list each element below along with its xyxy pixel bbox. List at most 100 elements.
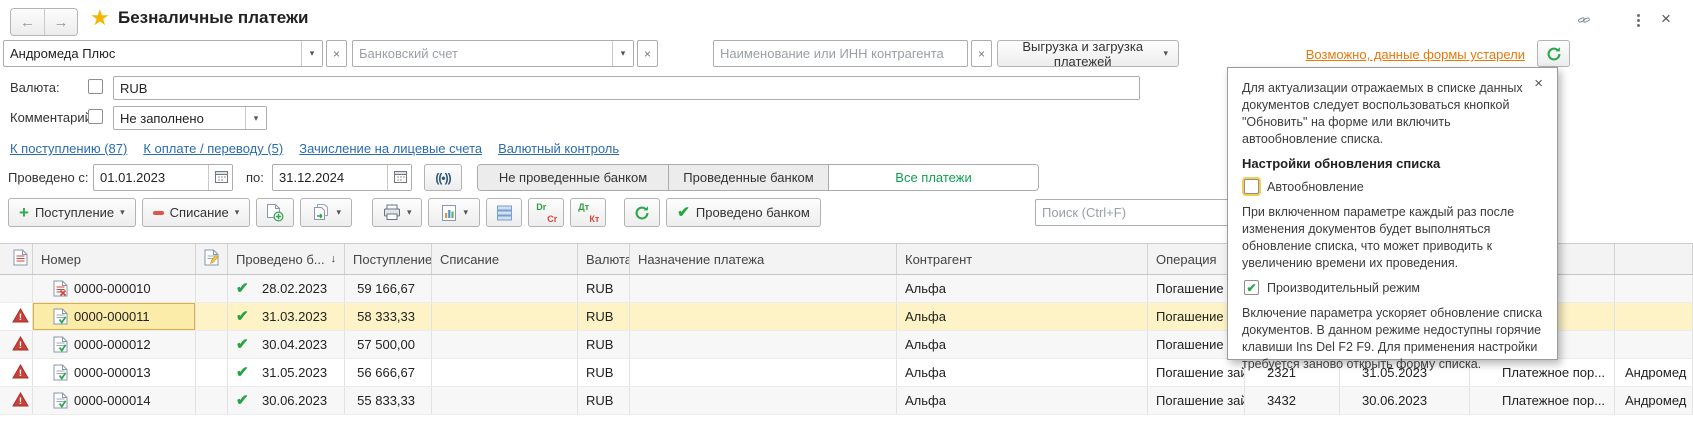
cell-posted[interactable]: ✔31.05.2023 [228, 359, 345, 386]
autorefresh-checkbox[interactable] [1244, 179, 1259, 194]
register-records-button[interactable] [486, 198, 522, 227]
cell-status[interactable]: ! [8, 359, 33, 386]
quick-link-2[interactable]: Зачисление на лицевые счета [299, 141, 482, 156]
cell-posted[interactable]: ✔31.03.2023 [228, 303, 345, 330]
comment-dropdown-button[interactable]: ▾ [245, 107, 266, 129]
quick-link-1[interactable]: К оплате / переводу (5) [143, 141, 283, 156]
column-header-posted[interactable]: Проведено б...↓ [228, 244, 345, 274]
cell-number[interactable]: 0000-000010 [33, 275, 196, 302]
add-receipt-button[interactable]: + Поступление ▾ [8, 198, 136, 227]
cell-currency[interactable]: RUB [578, 275, 630, 302]
period-from-input[interactable] [94, 165, 208, 190]
column-header-org[interactable] [1615, 244, 1693, 274]
comment-value-input[interactable] [114, 107, 245, 129]
more-menu-button[interactable] [1626, 9, 1650, 31]
organization-input[interactable] [4, 41, 301, 66]
reports-button[interactable]: ▾ [428, 198, 480, 227]
cell-number[interactable]: 0000-000011 [33, 303, 196, 330]
cell-receipt[interactable]: 59 166,67 [345, 275, 432, 302]
forward-button[interactable]: → [44, 9, 77, 35]
cell-org[interactable]: Андромед [1615, 387, 1693, 414]
cell-writeoff[interactable] [432, 331, 578, 358]
cell-purpose[interactable] [630, 303, 897, 330]
cell-number[interactable]: 0000-000014 [33, 387, 196, 414]
cell-receipt[interactable]: 57 500,00 [345, 331, 432, 358]
copy-link-button[interactable] [1572, 9, 1596, 31]
quick-link-3[interactable]: Валютный контроль [498, 141, 619, 156]
cell-writeoff[interactable] [432, 275, 578, 302]
cell-org[interactable] [1615, 331, 1693, 358]
cell-currency[interactable]: RUB [578, 387, 630, 414]
bank-account-input[interactable] [353, 41, 612, 66]
cell-edit[interactable] [196, 331, 228, 358]
cell-status[interactable]: ! [8, 303, 33, 330]
cell-edit[interactable] [196, 387, 228, 414]
cell-posted[interactable]: ✔30.06.2023 [228, 387, 345, 414]
cell-counterparty[interactable]: Альфа [897, 359, 1148, 386]
cell-receipt[interactable]: 58 333,33 [345, 303, 432, 330]
cell-posted[interactable]: ✔30.04.2023 [228, 331, 345, 358]
cell-currency[interactable]: RUB [578, 303, 630, 330]
cell-edit[interactable] [196, 275, 228, 302]
column-header-receipt[interactable]: Поступление [345, 244, 432, 274]
cell-status[interactable]: ! [8, 387, 33, 414]
cell-purpose[interactable] [630, 331, 897, 358]
cell-counterparty[interactable]: Альфа [897, 275, 1148, 302]
segment-1[interactable]: Проведенные банком [668, 165, 828, 190]
copy-document-button[interactable]: ▾ [300, 198, 352, 227]
dtkt-movements-button[interactable]: Дт Кт [570, 198, 606, 227]
quick-link-0[interactable]: К поступлению (87) [10, 141, 127, 156]
column-header-status[interactable] [8, 244, 33, 274]
cell-number[interactable]: 0000-000012 [33, 331, 196, 358]
segment-2[interactable]: Все платежи [828, 165, 1038, 190]
mark-posted-by-bank-button[interactable]: ✔ Проведено банком [666, 198, 820, 227]
cell-operation[interactable]: Погашение зай... [1148, 387, 1245, 414]
column-header-counterparty[interactable]: Контрагент [897, 244, 1148, 274]
cell-writeoff[interactable] [432, 387, 578, 414]
period-to-input[interactable] [273, 165, 387, 190]
cell-status[interactable] [8, 275, 33, 302]
organization-clear-button[interactable]: × [326, 40, 347, 67]
segment-0[interactable]: Не проведенные банком [478, 165, 668, 190]
column-header-number[interactable]: Номер [33, 244, 196, 274]
cell-counterparty[interactable]: Альфа [897, 303, 1148, 330]
print-button[interactable]: ▾ [372, 198, 422, 227]
close-window-button[interactable]: × [1654, 8, 1678, 30]
performance-mode-checkbox[interactable] [1244, 280, 1259, 295]
cell-currency[interactable]: RUB [578, 331, 630, 358]
column-header-currency[interactable]: Валюта [578, 244, 630, 274]
column-header-writeoff[interactable]: Списание [432, 244, 578, 274]
cell-org[interactable]: Андромед [1615, 359, 1693, 386]
currency-input[interactable] [114, 77, 1139, 99]
back-button[interactable]: ← [11, 9, 44, 35]
table-row[interactable]: !0000-000014 ✔30.06.202355 833,33 RUB Альфа… [0, 387, 1693, 415]
period-quick-select-button[interactable]: ((•)) [424, 164, 462, 191]
column-header-purpose[interactable]: Назначение платежа [630, 244, 897, 274]
column-header-edit[interactable] [196, 244, 228, 274]
cell-doc_type[interactable]: Платежное пор... [1470, 387, 1615, 414]
period-to-calendar-button[interactable] [387, 165, 411, 190]
bank-account-clear-button[interactable]: × [637, 40, 658, 67]
period-from-calendar-button[interactable] [208, 165, 232, 190]
cell-edit[interactable] [196, 303, 228, 330]
cell-in_number[interactable]: 3432 [1245, 387, 1340, 414]
refresh-form-button[interactable] [1537, 40, 1570, 67]
cell-status[interactable]: ! [8, 331, 33, 358]
form-stale-warning-link[interactable]: Возможно, данные формы устарели [1306, 47, 1525, 62]
currency-filter-checkbox[interactable] [88, 79, 103, 94]
cell-writeoff[interactable] [432, 303, 578, 330]
cell-counterparty[interactable]: Альфа [897, 331, 1148, 358]
drcr-movements-button[interactable]: Dr Cr [528, 198, 564, 227]
cell-posted[interactable]: ✔28.02.2023 [228, 275, 345, 302]
comment-filter-checkbox[interactable] [88, 109, 103, 124]
upload-payments-button[interactable]: Выгрузка и загрузка платежей ▾ [997, 40, 1179, 67]
bank-account-dropdown-button[interactable]: ▾ [612, 41, 633, 66]
organization-dropdown-button[interactable]: ▾ [301, 41, 322, 66]
cell-counterparty[interactable]: Альфа [897, 387, 1148, 414]
cell-purpose[interactable] [630, 275, 897, 302]
cell-org[interactable] [1615, 303, 1693, 330]
add-writeoff-button[interactable]: Списание ▾ [142, 198, 251, 227]
cell-number[interactable]: 0000-000013 [33, 359, 196, 386]
cell-receipt[interactable]: 55 833,33 [345, 387, 432, 414]
cell-operation[interactable]: Погашение зай... [1148, 359, 1245, 386]
